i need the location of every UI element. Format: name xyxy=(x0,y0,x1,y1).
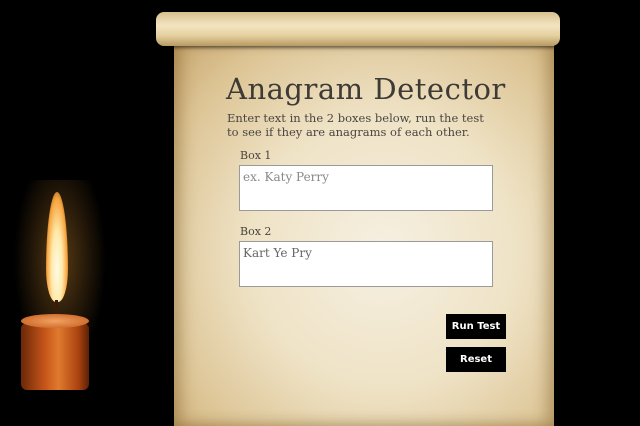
candle-body-image xyxy=(21,318,89,390)
scroll-roll xyxy=(156,12,560,46)
box1-label: Box 1 xyxy=(240,149,272,162)
candle-top xyxy=(21,314,89,328)
box2-input[interactable]: Kart Ye Pry xyxy=(239,241,493,287)
box1-input[interactable] xyxy=(239,165,493,211)
instructions-text: Enter text in the 2 boxes below, run the… xyxy=(227,111,484,139)
run-test-button[interactable]: Run Test xyxy=(446,314,506,339)
reset-button[interactable]: Reset xyxy=(446,347,506,372)
page-title: Anagram Detector xyxy=(226,72,506,106)
box2-label: Box 2 xyxy=(240,225,272,238)
